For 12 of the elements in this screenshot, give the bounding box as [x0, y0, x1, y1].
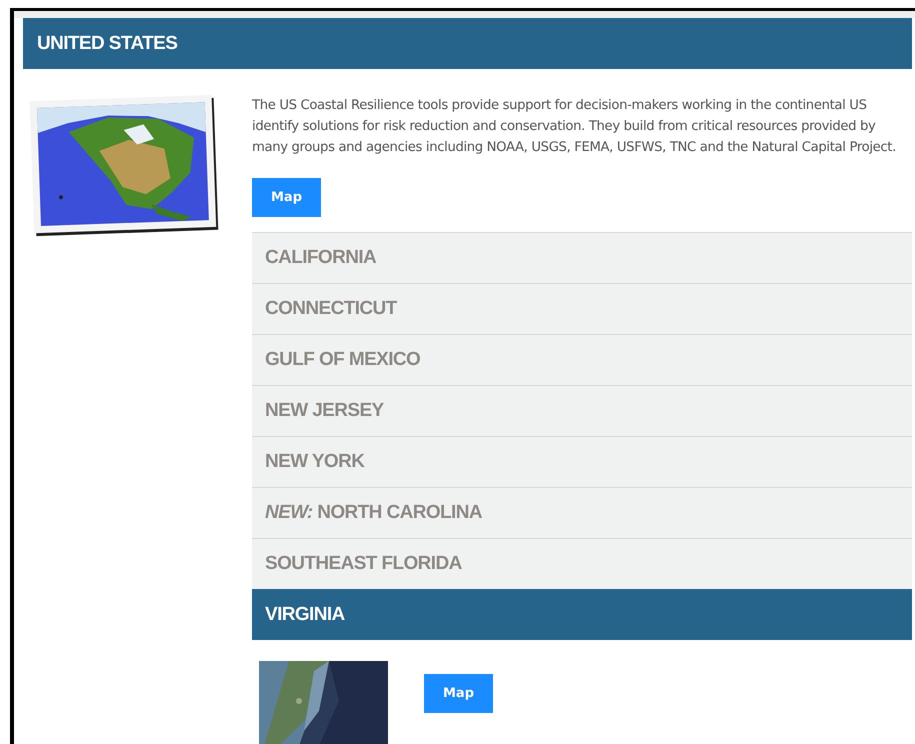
- accordion-item[interactable]: VIRGINIA: [252, 589, 912, 640]
- accordion-item[interactable]: GULF OF MEXICO: [252, 334, 912, 385]
- accordion-item[interactable]: NEW: NORTH CAROLINA: [252, 487, 912, 538]
- description: The US Coastal Resilience tools provide support for decision-makers working in the continental US identify solutions for risk reduction and conservation. They build from critical resources provided by many groups and agencies including NOAA, USGS, FEMA, USFWS, TNC and the Natural Capital Project.: [252, 97, 897, 157]
- map-button[interactable]: Map: [424, 674, 493, 713]
- accordion-item[interactable]: CALIFORNIA: [252, 232, 912, 283]
- accordion-item[interactable]: CONNECTICUT: [252, 283, 912, 334]
- accordion-item[interactable]: SOUTHEAST FLORIDA: [252, 538, 912, 589]
- accordion-item[interactable]: NEW YORK: [252, 436, 912, 487]
- accordion-item[interactable]: NEW JERSEY: [252, 385, 912, 436]
- section-title: UNITED STATES: [37, 32, 178, 54]
- map-button[interactable]: Map: [252, 178, 321, 217]
